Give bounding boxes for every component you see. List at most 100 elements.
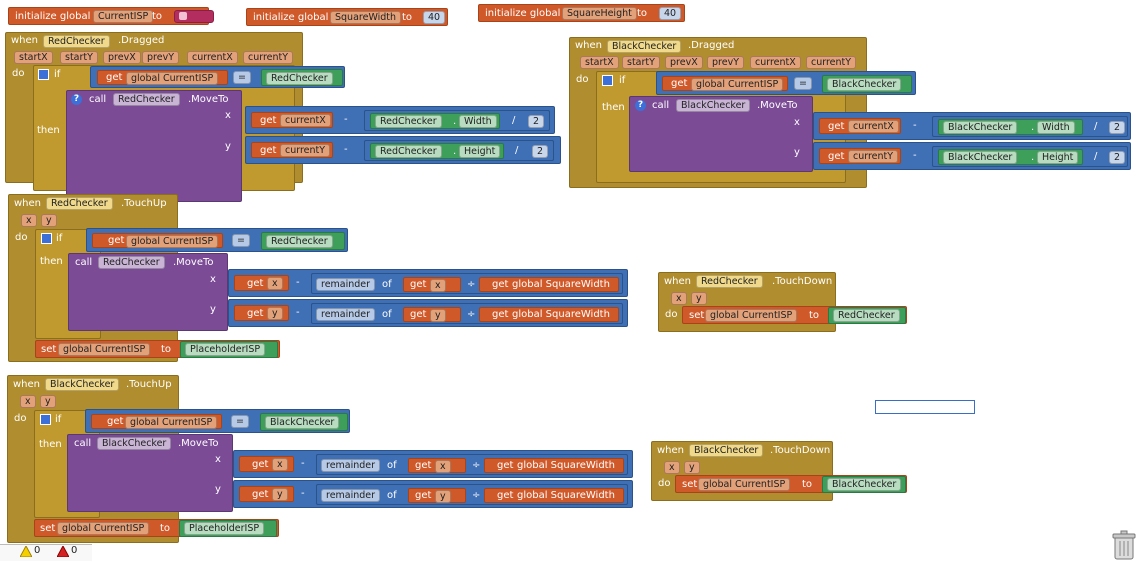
operator-eq[interactable]: = xyxy=(233,71,251,84)
minus-remainder-y[interactable]: get y - remainder of get y ÷ get global … xyxy=(228,299,628,327)
divide-block[interactable]: RedChecker . Height / 2 xyxy=(364,140,554,161)
width-getter[interactable]: BlackChecker . Width xyxy=(938,119,1083,135)
var-dropdown[interactable]: y xyxy=(272,488,288,501)
divide-block[interactable]: BlackChecker . Width / 2 xyxy=(932,116,1128,137)
param-startx[interactable]: startX xyxy=(580,56,619,69)
param-currentx[interactable]: currentX xyxy=(750,56,801,69)
component-block[interactable]: BlackChecker xyxy=(260,413,348,431)
op-dropdown[interactable]: remainder xyxy=(316,308,376,321)
warning-icon[interactable] xyxy=(20,546,32,557)
get-global-block[interactable]: get global CurrentISP xyxy=(662,76,788,91)
component-dropdown[interactable]: RedChecker xyxy=(46,197,113,210)
component-dropdown[interactable]: RedChecker xyxy=(98,256,165,269)
component-dropdown[interactable]: RedChecker xyxy=(375,115,442,128)
call-moveto-block[interactable]: call BlackChecker .MoveTo x y xyxy=(67,434,233,512)
minus-block-y[interactable]: get currentY - RedChecker . Height / 2 xyxy=(245,136,561,164)
text-value[interactable] xyxy=(174,10,214,23)
get-global-block[interactable]: get global CurrentISP xyxy=(97,70,228,85)
component-dropdown[interactable]: BlackChecker xyxy=(827,78,902,91)
var-dropdown[interactable]: x xyxy=(267,277,283,290)
remainder-block[interactable]: remainder of get x ÷ get global SquareWi… xyxy=(311,273,623,294)
param-x[interactable]: x xyxy=(664,461,680,474)
error-icon[interactable] xyxy=(57,546,69,557)
var-dropdown[interactable]: x xyxy=(272,458,288,471)
param-x[interactable]: x xyxy=(21,214,37,227)
component-block[interactable]: BlackChecker xyxy=(822,476,906,493)
number-value[interactable]: 40 xyxy=(659,7,682,20)
property-dropdown[interactable]: Width xyxy=(1037,121,1075,134)
operator-eq[interactable]: = xyxy=(232,234,250,247)
get-global-block[interactable]: get global SquareWidth xyxy=(479,277,619,292)
var-dropdown[interactable]: global CurrentISP xyxy=(126,235,219,248)
init-global-squareheight[interactable]: initialize global SquareHeight to 40 xyxy=(478,4,685,22)
component-block[interactable]: PlaceholderISP xyxy=(180,341,278,358)
get-var-block[interactable]: get y xyxy=(234,305,289,321)
var-dropdown[interactable]: y xyxy=(267,307,283,320)
minus-block-x[interactable]: get currentX - BlackChecker . Width / 2 xyxy=(813,112,1131,140)
component-dropdown[interactable]: BlackChecker xyxy=(45,378,120,391)
var-dropdown[interactable]: global CurrentISP xyxy=(125,416,218,429)
param-starty[interactable]: startY xyxy=(622,56,660,69)
get-var-block[interactable]: get currentY xyxy=(819,148,901,164)
help-icon[interactable]: ? xyxy=(71,94,82,105)
var-dropdown[interactable]: currentY xyxy=(280,144,331,157)
init-name[interactable]: SquareWidth xyxy=(330,11,402,24)
property-dropdown[interactable]: Height xyxy=(459,145,501,158)
set-global-block[interactable]: set global CurrentISP to RedChecker xyxy=(682,306,907,324)
number-value[interactable]: 40 xyxy=(423,11,446,24)
workspace-search-input[interactable] xyxy=(875,400,975,414)
get-var-block[interactable]: get x xyxy=(403,277,461,292)
compare-block[interactable]: get global CurrentISP = BlackChecker xyxy=(85,409,350,433)
call-moveto-block[interactable]: ? call RedChecker .MoveTo x y xyxy=(66,90,242,202)
get-var-block[interactable]: get x xyxy=(408,458,466,473)
component-dropdown[interactable]: RedChecker xyxy=(266,235,333,248)
number-value[interactable]: 2 xyxy=(528,115,545,128)
component-dropdown[interactable]: BlackChecker xyxy=(607,40,682,53)
height-getter[interactable]: RedChecker . Height xyxy=(370,143,504,159)
var-name[interactable]: global SquareWidth xyxy=(512,309,610,321)
height-getter[interactable]: BlackChecker . Height xyxy=(938,149,1083,165)
get-global-block[interactable]: get global CurrentISP xyxy=(91,414,222,429)
param-starty[interactable]: startY xyxy=(60,51,98,64)
init-name[interactable]: CurrentISP xyxy=(93,10,154,23)
var-dropdown[interactable]: global CurrentISP xyxy=(705,309,798,322)
var-dropdown[interactable]: global CurrentISP xyxy=(57,522,150,535)
var-dropdown[interactable]: global CurrentISP xyxy=(126,72,219,85)
trash-icon[interactable] xyxy=(1110,530,1138,560)
var-name[interactable]: global SquareWidth xyxy=(517,460,615,472)
component-block[interactable]: RedChecker xyxy=(828,307,906,324)
op-dropdown[interactable]: remainder xyxy=(321,489,381,502)
param-prevy[interactable]: prevY xyxy=(142,51,179,64)
op-dropdown[interactable]: remainder xyxy=(316,278,376,291)
remainder-block[interactable]: remainder of get y ÷ get global SquareWi… xyxy=(311,303,623,324)
number-value[interactable]: 2 xyxy=(1109,151,1126,164)
compare-block[interactable]: get global CurrentISP = RedChecker xyxy=(90,66,345,88)
param-y[interactable]: y xyxy=(691,292,707,305)
var-dropdown[interactable]: currentX xyxy=(848,120,899,133)
get-var-block[interactable]: get currentX xyxy=(819,118,901,134)
call-moveto-block[interactable]: ? call BlackChecker .MoveTo x y xyxy=(629,96,813,172)
var-dropdown[interactable]: currentY xyxy=(848,150,899,163)
minus-remainder-x[interactable]: get x - remainder of get x ÷ get global … xyxy=(233,450,633,478)
component-dropdown[interactable]: BlackChecker xyxy=(265,416,340,429)
remainder-block[interactable]: remainder of get y ÷ get global SquareWi… xyxy=(316,484,628,505)
get-global-block[interactable]: get global SquareWidth xyxy=(479,307,619,322)
param-x[interactable]: x xyxy=(20,395,36,408)
var-dropdown[interactable]: y xyxy=(430,309,446,322)
init-global-squarewidth[interactable]: initialize global SquareWidth to 40 xyxy=(246,8,448,26)
var-dropdown[interactable]: currentX xyxy=(280,114,331,127)
operator-eq[interactable]: = xyxy=(794,77,812,90)
component-dropdown[interactable]: RedChecker xyxy=(375,145,442,158)
var-dropdown[interactable]: global CurrentISP xyxy=(698,478,791,491)
component-dropdown[interactable]: BlackChecker xyxy=(943,151,1018,164)
component-block[interactable]: RedChecker xyxy=(261,69,343,86)
property-dropdown[interactable]: Height xyxy=(1037,151,1079,164)
param-currenty[interactable]: currentY xyxy=(243,51,294,64)
param-currentx[interactable]: currentX xyxy=(187,51,238,64)
var-dropdown[interactable]: global CurrentISP xyxy=(691,78,784,91)
component-dropdown[interactable]: BlackChecker xyxy=(676,99,751,112)
var-dropdown[interactable]: x xyxy=(435,460,451,473)
remainder-block[interactable]: remainder of get x ÷ get global SquareWi… xyxy=(316,454,628,475)
component-dropdown[interactable]: PlaceholderISP xyxy=(185,343,266,356)
component-block[interactable]: PlaceholderISP xyxy=(179,520,277,537)
